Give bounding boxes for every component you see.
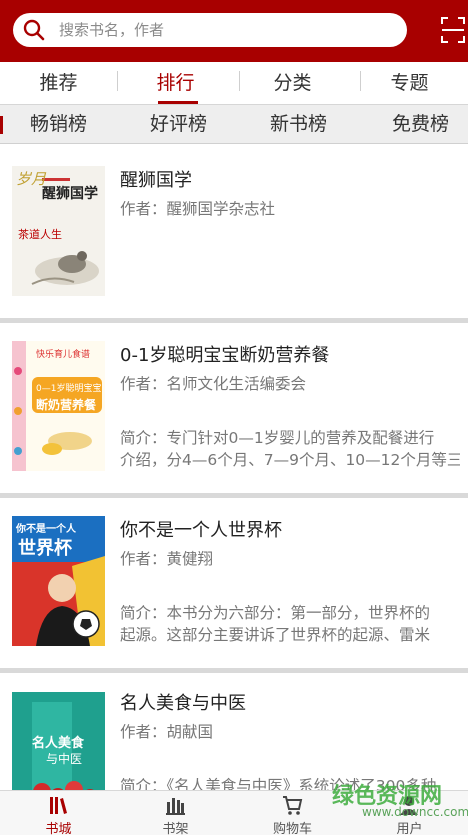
- subtab-new-books[interactable]: 新书榜: [240, 105, 357, 143]
- nav-bookstore[interactable]: 书城: [0, 791, 117, 837]
- cover-title: 醒狮国学: [42, 186, 98, 202]
- book-cover: 岁月 醒狮国学 茶道人生: [12, 166, 105, 296]
- top-bar: 搜索书名，作者: [0, 0, 468, 62]
- nav-label: 购物车: [272, 822, 312, 837]
- book-author: 作者：黄健翔: [120, 550, 214, 568]
- bookshelf-icon: [166, 798, 185, 815]
- book-description: 介绍，分4—6个月、7—9个月、10—12个月等三: [120, 451, 460, 469]
- book-cover: 你不是一个人 世界杯: [12, 516, 105, 646]
- tab-category[interactable]: 分类: [234, 62, 351, 104]
- nav-label: 书城: [45, 822, 72, 837]
- cover-subtitle: 与中医: [46, 752, 83, 766]
- list-item[interactable]: 岁月 醒狮国学 茶道人生 醒狮国学 作者：醒狮国学杂志社: [0, 144, 468, 319]
- book-title: 醒狮国学: [120, 170, 192, 191]
- nav-bookshelf[interactable]: 书架: [117, 791, 234, 837]
- tab-separator: [239, 71, 240, 91]
- book-description: 简介：本书分为六部分：第一部分，世界杯的: [120, 604, 431, 622]
- cover-series: 快乐育儿食谱: [36, 350, 91, 360]
- cover-title: 0—1岁聪明宝宝: [36, 384, 102, 394]
- list-item[interactable]: 快乐育儿食谱 0—1岁聪明宝宝 断奶营养餐 0-1岁聪明宝宝断奶营养餐 作者：名…: [0, 323, 468, 493]
- bookstore-icon: [50, 797, 67, 814]
- ranking-subtabs: 畅销榜 好评榜 新书榜 免费榜: [0, 105, 468, 144]
- book-author: 作者：名师文化生活编委会: [120, 375, 307, 393]
- search-placeholder: 搜索书名，作者: [59, 21, 165, 39]
- cover-title: 名人美食: [32, 736, 85, 751]
- search-input[interactable]: 搜索书名，作者: [13, 13, 407, 47]
- scan-icon[interactable]: [440, 16, 466, 44]
- tab-recommend[interactable]: 推荐: [0, 62, 117, 104]
- cover-subtitle: 茶道人生: [18, 228, 62, 241]
- book-title: 0-1岁聪明宝宝断奶营养餐: [120, 345, 330, 366]
- tab-ranking[interactable]: 排行: [117, 62, 234, 104]
- book-description: 简介：专门针对0—1岁婴儿的营养及配餐进行: [120, 429, 435, 447]
- book-cover: 名人美食 与中医: [12, 692, 105, 790]
- cover-title: 世界杯: [18, 538, 72, 559]
- book-author: 作者：醒狮国学杂志社: [120, 200, 276, 218]
- tab-separator: [117, 71, 118, 91]
- main-tabs: 推荐 排行 分类 专题: [0, 62, 468, 105]
- tab-separator: [360, 71, 361, 91]
- cover-series: 你不是一个人: [16, 524, 76, 535]
- cover-subtitle: 断奶营养餐: [36, 398, 97, 412]
- subtab-free[interactable]: 免费榜: [362, 105, 468, 143]
- list-item[interactable]: 名人美食 与中医 名人美食与中医 作者：胡献国 简介：《名人美食与中医》系统论述…: [0, 673, 468, 790]
- book-cover: 快乐育儿食谱 0—1岁聪明宝宝 断奶营养餐: [12, 341, 105, 471]
- active-tab-indicator: [158, 101, 198, 104]
- watermark-url: www.downcc.com: [362, 805, 468, 819]
- book-title: 你不是一个人世界杯: [120, 520, 282, 541]
- search-icon: [23, 19, 45, 41]
- subtab-top-rated[interactable]: 好评榜: [120, 105, 237, 143]
- cart-icon: [283, 796, 303, 815]
- watermark: 绿色资源网 www.downcc.com: [332, 778, 468, 819]
- nav-label: 书架: [162, 822, 189, 837]
- book-list: 岁月 醒狮国学 茶道人生 醒狮国学 作者：醒狮国学杂志社 快乐育儿食谱 0—1岁…: [0, 144, 468, 790]
- tab-topic[interactable]: 专题: [351, 62, 468, 104]
- nav-label: 用户: [396, 822, 423, 837]
- book-description: 起源。这部分主要讲诉了世界杯的起源、雷米: [120, 626, 431, 644]
- subtab-bestseller[interactable]: 畅销榜: [0, 105, 117, 143]
- list-item[interactable]: 你不是一个人 世界杯 你不是一个人世界杯 作者：黄健翔 简介：本书分为六部分：第…: [0, 498, 468, 668]
- book-title: 名人美食与中医: [120, 693, 246, 714]
- active-subtab-marker: [0, 116, 3, 134]
- book-author: 作者：胡献国: [120, 723, 214, 741]
